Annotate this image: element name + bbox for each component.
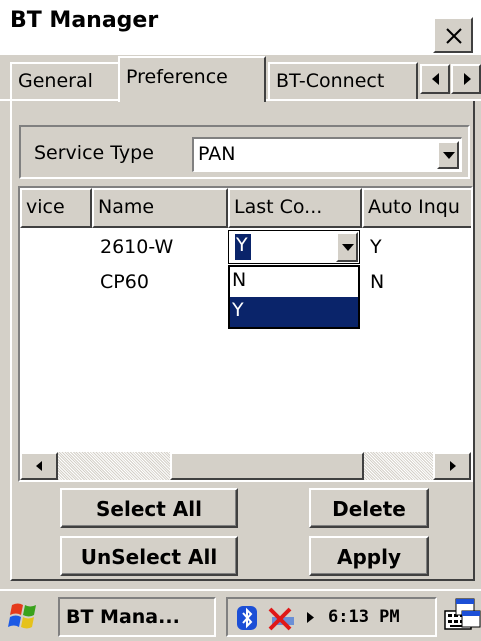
last-connect-cell-select[interactable]: Y [228,230,360,264]
row-2-name[interactable]: CP60 [100,271,149,293]
tab-scroll-right-button[interactable] [451,64,481,94]
switch-windows-icon[interactable] [455,597,481,633]
taskbar: BT Mana... 6:13 PM [0,589,481,641]
row-1-name[interactable]: 2610-W [100,236,173,258]
row-2-auto-inquiry[interactable]: N [370,271,384,293]
tab-strip: General Preference BT-Connect [0,55,481,102]
arrow-left-icon [432,73,439,85]
column-header-auto-inquiry[interactable]: Auto Inqu [362,188,471,228]
device-list[interactable]: vice Name Last Co... Auto Inqu 2610-W Y … [18,186,473,482]
apply-button[interactable]: Apply [309,536,429,576]
horizontal-scrollbar[interactable] [20,452,471,480]
service-type-select[interactable]: PAN [192,137,462,172]
close-button[interactable] [433,17,473,53]
service-type-value: PAN [198,143,236,165]
scroll-right-button[interactable] [433,452,471,480]
arrow-right-icon [450,461,456,471]
column-header-last-connect[interactable]: Last Co... [228,188,362,228]
clock[interactable]: 6:13 PM [328,607,400,627]
column-header-device[interactable]: vice [20,188,92,228]
close-icon [446,28,462,44]
dropdown-option-n[interactable]: N [230,267,358,297]
start-button[interactable] [4,597,52,637]
scroll-left-button[interactable] [20,452,58,480]
row-1-auto-inquiry[interactable]: Y [370,236,382,258]
chevron-down-icon [443,152,455,159]
chevron-down-icon [342,244,354,251]
select-all-button[interactable]: Select All [60,488,238,528]
dropdown-option-y[interactable]: Y [230,297,358,327]
last-connect-dropdown-list: N Y [228,265,360,329]
column-header-name[interactable]: Name [92,188,228,228]
list-header: vice Name Last Co... Auto Inqu [20,188,471,228]
arrow-left-icon [36,461,42,471]
bluetooth-icon[interactable] [236,605,258,631]
network-disconnected-icon[interactable] [264,605,300,631]
title-bar: BT Manager [0,0,481,53]
delete-button[interactable]: Delete [309,488,429,528]
tab-bt-connect[interactable]: BT-Connect [268,62,418,100]
tab-scroll-left-button[interactable] [420,64,450,94]
tab-scroll-arrows [420,64,481,94]
service-type-label: Service Type [34,142,154,164]
taskbar-app-button[interactable]: BT Mana... [58,597,216,637]
last-connect-dropdown-button[interactable] [336,232,358,262]
windows-logo-icon [8,603,36,629]
scrollbar-thumb[interactable] [170,452,364,480]
unselect-all-button[interactable]: UnSelect All [60,536,238,576]
tab-preference[interactable]: Preference [118,56,266,102]
system-tray: 6:13 PM [226,597,437,637]
window-title: BT Manager [10,8,159,33]
arrow-right-icon [464,73,471,85]
service-type-dropdown-button[interactable] [437,141,459,169]
last-connect-cell-value: Y [235,234,251,260]
tab-general[interactable]: General [10,62,120,100]
tray-arrow-icon[interactable] [306,612,316,624]
